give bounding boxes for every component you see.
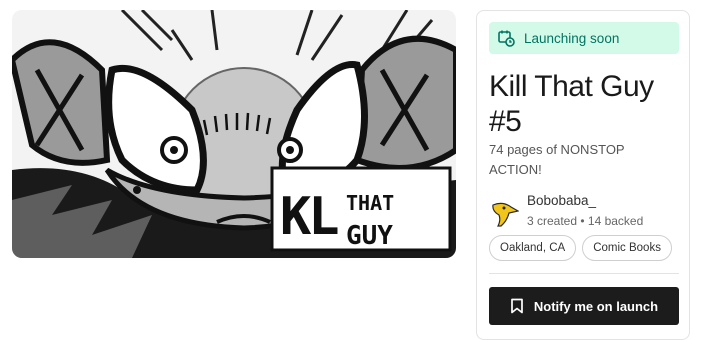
bookmark-icon [510,298,524,314]
divider [489,273,679,274]
project-hero-image[interactable]: KL THAT GUY [12,10,456,258]
creator-stats: 3 created • 14 backed [527,214,644,228]
notify-me-button[interactable]: Notify me on launch [489,287,679,325]
comic-cover-art: KL THAT GUY [12,10,456,258]
project-tags: Oakland, CA Comic Books [489,235,672,261]
svg-text:THAT: THAT [346,191,394,215]
svg-text:KL: KL [280,187,338,247]
status-badge-label: Launching soon [524,30,620,46]
creator-info[interactable]: Bobobaba_ 3 created • 14 backed [489,192,679,232]
status-badge: Launching soon [489,22,679,54]
creator-avatar[interactable] [489,199,520,229]
project-info-card: Launching soon Kill That Guy #5 74 pages… [476,10,690,340]
yellow-bird-avatar [492,202,520,227]
svg-text:GUY: GUY [346,221,393,251]
creator-name[interactable]: Bobobaba_ [527,193,596,208]
clock-calendar-icon [497,29,515,47]
notify-button-label: Notify me on launch [533,298,659,314]
tag-location[interactable]: Oakland, CA [489,235,577,261]
tag-category[interactable]: Comic Books [582,235,672,261]
project-blurb: 74 pages of NONSTOP ACTION! [489,142,625,177]
project-title[interactable]: Kill That Guy #5 [489,69,685,139]
